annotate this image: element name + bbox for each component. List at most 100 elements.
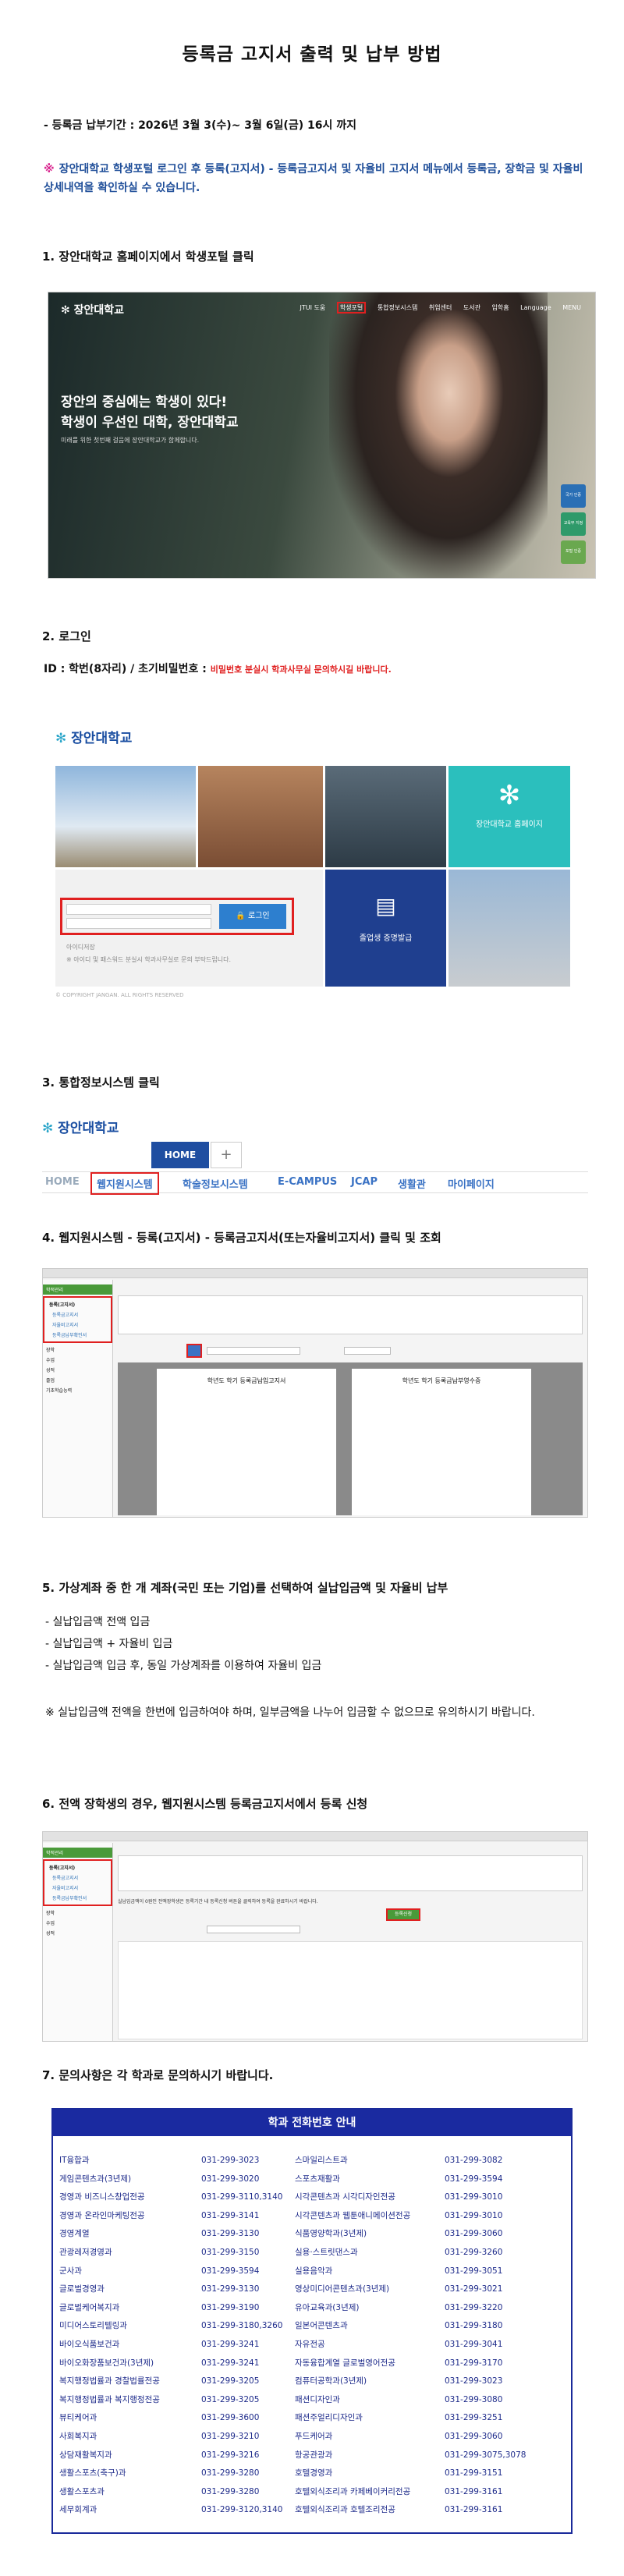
department-phone: 031-299-3170	[445, 2358, 503, 2368]
login-button[interactable]: 🔒 로그인	[219, 904, 286, 929]
register-button[interactable]: 등록신청	[386, 1908, 420, 1921]
department-phone: 031-299-3594	[445, 2174, 503, 2184]
sidebar-item[interactable]: 자율비고지서	[46, 1320, 109, 1330]
badge: 교육부 지정	[561, 512, 586, 536]
step-5-line: - 실납입금액 전액 입금	[45, 1616, 151, 1628]
nav-item[interactable]: 취업센터	[429, 304, 452, 311]
hero-nav: JTUI 도움 학생포털 통합정보시스템 취업센터 도서관 입학홈 Langua…	[291, 302, 581, 314]
department-name: 군사과	[59, 2266, 82, 2276]
login-info: ID : 학번(8자리) / 초기비밀번호 : 비밀번호 분실시 학과사무실 문…	[44, 661, 392, 676]
department-name: 실용·스트릿댄스과	[295, 2248, 358, 2257]
nav-language[interactable]: Language	[520, 304, 551, 311]
report-viewer	[118, 1941, 583, 2039]
department-phone: 031-299-3023	[201, 2156, 260, 2165]
login-hint: ※ 아이디 및 패스워드 분실시 학과사무실로 문의 부탁드립니다.	[66, 956, 232, 963]
department-phone: 031-299-3280	[201, 2468, 260, 2479]
menu-websys[interactable]: 웹지원시스템	[90, 1172, 159, 1195]
sidebar-item[interactable]: 성적	[43, 1928, 112, 1938]
sidebar-item[interactable]: 수업	[43, 1355, 112, 1365]
department-name: 식품영양학과(3년제)	[295, 2229, 367, 2239]
department-name: 자동융합계열 글로벌영어전공	[295, 2358, 395, 2368]
sidebar-item[interactable]: 학적관리	[43, 1848, 112, 1858]
sidebar-item[interactable]: 장학	[43, 1908, 112, 1918]
department-phone: 031-299-3161	[445, 2486, 503, 2496]
sidebar-item[interactable]: 등록(고지서)	[46, 1862, 109, 1873]
badge: 포털 인증	[561, 540, 586, 564]
password-input[interactable]	[66, 918, 211, 929]
sidebar-item[interactable]: 수업	[43, 1918, 112, 1928]
step-5-line: - 실납입금액 + 자율비 입금	[45, 1638, 173, 1650]
step-5-note: ※ 실납입금액 전액을 한번에 입금하여야 하며, 일부금액을 나누어 입금할 …	[45, 1706, 535, 1719]
nav-student-portal[interactable]: 학생포털	[336, 302, 367, 314]
websys-topbar	[43, 1269, 587, 1278]
department-name: 게임콘텐츠과(3년제)	[59, 2174, 132, 2184]
page-width-select[interactable]	[344, 1347, 391, 1355]
step-5-line: - 실납입금액 입금 후, 동일 가상계좌를 이용하여 자율비 입금	[45, 1660, 322, 1672]
step-2-heading: 2. 로그인	[42, 629, 91, 643]
tab-home[interactable]: HOME	[151, 1142, 209, 1168]
menu-ecampus[interactable]: E-CAMPUS	[278, 1176, 337, 1188]
department-phone: 031-299-3205	[201, 2394, 260, 2404]
department-name: 세무회계과	[59, 2505, 98, 2515]
copyright: © COPYRIGHT JANGAN. ALL RIGHTS RESERVED	[55, 992, 184, 998]
sidebar-item[interactable]: 장학	[43, 1345, 112, 1355]
department-name: 시각콘텐츠과 시각디자인전공	[295, 2192, 395, 2202]
department-name: 유아교육과(3년제)	[295, 2302, 360, 2312]
sidebar-item[interactable]: 등록금고지서	[46, 1309, 109, 1320]
websys-topbar	[43, 1832, 587, 1841]
tab-add[interactable]: +	[211, 1142, 242, 1168]
save-id-checkbox[interactable]: 아이디저장	[66, 943, 95, 951]
nav-item[interactable]: 도서관	[463, 304, 480, 311]
interior-photo	[325, 766, 446, 867]
department-name: 패션주얼리디자인과	[295, 2413, 363, 2423]
menu-mypage[interactable]: 마이페이지	[448, 1176, 495, 1191]
sidebar-item[interactable]: 졸업	[43, 1375, 112, 1385]
department-name: 바이오화장품보건과(3년제)	[59, 2358, 154, 2368]
campus-photo	[55, 766, 196, 867]
department-phone: 031-299-3020	[201, 2174, 260, 2184]
building-photo	[198, 766, 323, 867]
department-name: 스마일리스트과	[295, 2156, 348, 2165]
homepage-tile[interactable]: ✻ 장안대학교 홈페이지	[448, 766, 570, 867]
sidebar-item[interactable]: 학적관리	[43, 1284, 112, 1295]
menu-home[interactable]: HOME	[45, 1176, 80, 1188]
login-info-note: 비밀번호 분실시 학과사무실 문의하시길 바랍니다.	[210, 664, 392, 675]
nav-item[interactable]: 통합정보시스템	[378, 304, 418, 311]
nav-item[interactable]: 입학홈	[492, 304, 509, 311]
sidebar-item[interactable]: 등록금납부확인서	[46, 1893, 109, 1903]
menu-jcap[interactable]: JCAP	[351, 1176, 378, 1188]
sidebar-item[interactable]: 성적	[43, 1365, 112, 1375]
department-phone: 031-299-3220	[445, 2302, 503, 2312]
sidebar-item[interactable]: 자율비고지서	[46, 1883, 109, 1893]
sidebar-item[interactable]: 등록금고지서	[46, 1873, 109, 1883]
receipt-page: 학년도 학기 등록금납부영수증	[352, 1369, 531, 1515]
department-name: 생활스포츠(축구)과	[59, 2468, 126, 2479]
department-name: 스포츠재활과	[295, 2174, 340, 2184]
sidebar-item[interactable]: 등록금납부확인서	[46, 1330, 109, 1340]
pager[interactable]	[207, 1926, 300, 1933]
websys-register-screenshot: 학적관리 등록(고지서) 등록금고지서 자율비고지서 등록금납부확인서 장학 수…	[42, 1831, 588, 2042]
hero-badges: 국가 인증 교육부 지정 포털 인증	[561, 484, 592, 569]
pager[interactable]	[207, 1347, 300, 1355]
sidebar-item[interactable]: 기초학습능력	[43, 1385, 112, 1395]
phone-table-title: 학과 전화번호 안내	[53, 2110, 571, 2136]
report-viewer: 학년도 학기 등록금납입고지서 학년도 학기 등록금납부영수증	[118, 1362, 583, 1515]
menu-dorm[interactable]: 생활관	[398, 1176, 426, 1191]
sidebar-item[interactable]: 등록(고지서)	[46, 1299, 109, 1309]
nav-menu[interactable]: MENU	[562, 304, 581, 311]
login-info-label: ID : 학번(8자리) / 초기비밀번호 :	[44, 663, 207, 675]
department-phone: 031-299-3151	[445, 2468, 503, 2479]
department-phone: 031-299-3600	[201, 2413, 260, 2423]
menu-library[interactable]: 학술정보시스템	[183, 1176, 248, 1191]
login-screenshot: ✻ 장안대학교 ✻ 장안대학교 홈페이지 🔒 로그인 아이디저장 ※ 아이디 및…	[48, 711, 594, 1015]
department-name: 경영계열	[59, 2229, 90, 2239]
logo-icon: ✻	[55, 731, 72, 746]
department-name: 글로벌케어복지과	[59, 2302, 120, 2312]
id-input[interactable]	[66, 904, 211, 915]
department-name: 상담재활복지과	[59, 2450, 112, 2460]
certificate-tile[interactable]: ▤ 졸업생 증명발급	[325, 870, 446, 987]
nav-item[interactable]: JTUI 도움	[300, 304, 326, 311]
websys-screenshot: 학적관리 등록(고지서) 등록금고지서 자율비고지서 등록금납부확인서 장학 수…	[42, 1268, 588, 1518]
print-button[interactable]	[186, 1344, 202, 1358]
hero-logo-text: 장안대학교	[73, 304, 125, 317]
